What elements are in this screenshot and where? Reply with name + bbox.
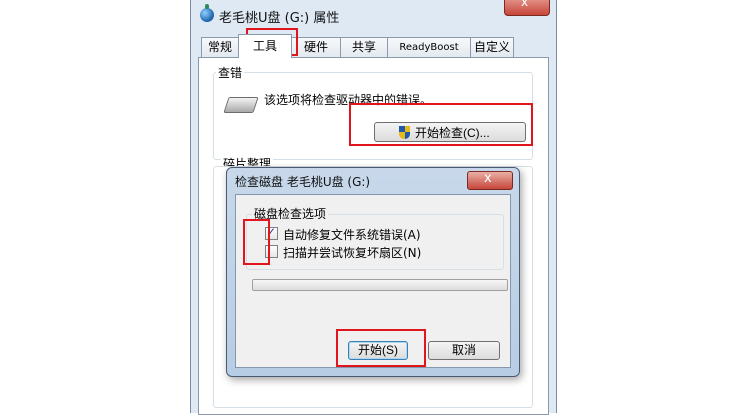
check-progress-bar <box>252 279 508 291</box>
error-check-title: 查错 <box>216 64 245 81</box>
error-check-group: 该选项将检查驱动器中的错误。 开始检查(C)... <box>213 72 533 160</box>
scan-recover-label: 扫描并尝试恢复坏扇区(N) <box>283 246 422 260</box>
tab-general[interactable]: 常规 <box>201 37 239 57</box>
close-icon: x <box>484 171 492 186</box>
defrag-title: 碎片整理 <box>221 156 274 166</box>
auto-fix-label: 自动修复文件系统错误(A) <box>283 228 421 242</box>
start-button[interactable]: 开始(S) <box>348 341 408 360</box>
window-title: 老毛桃U盘 (G:) 属性 <box>219 11 340 26</box>
scan-recover-checkbox[interactable] <box>265 245 278 258</box>
start-check-button[interactable]: 开始检查(C)... <box>374 122 526 142</box>
drive-icon <box>223 97 259 113</box>
check-disk-dialog: 检查磁盘 老毛桃U盘 (G:) x 自动修复文件系统错误(A) 扫描并尝试恢复坏… <box>226 167 520 377</box>
title-bar[interactable]: 老毛桃U盘 (G:) 属性 x <box>191 0 556 32</box>
window-close-button[interactable]: x <box>504 0 550 16</box>
start-check-label: 开始检查(C)... <box>415 126 490 140</box>
close-icon: x <box>521 0 529 9</box>
dialog-close-button[interactable]: x <box>467 171 513 190</box>
disk-check-options-group: 自动修复文件系统错误(A) 扫描并尝试恢复坏扇区(N) <box>246 214 504 270</box>
dialog-title: 检查磁盘 老毛桃U盘 (G:) <box>235 175 371 189</box>
uac-shield-icon <box>399 126 410 139</box>
drive-app-icon <box>200 4 214 22</box>
tab-tools[interactable]: 工具 <box>238 34 292 58</box>
error-check-description: 该选项将检查驱动器中的错误。 <box>264 93 433 107</box>
disk-check-options-title: 磁盘检查选项 <box>252 205 329 222</box>
tab-sharing[interactable]: 共享 <box>340 37 388 57</box>
dialog-body: 自动修复文件系统错误(A) 扫描并尝试恢复坏扇区(N) 磁盘检查选项 开始(S)… <box>235 194 511 368</box>
auto-fix-checkbox[interactable] <box>265 225 278 240</box>
tab-hardware[interactable]: 硬件 <box>291 37 341 57</box>
cancel-button[interactable]: 取消 <box>428 341 500 360</box>
tab-customize[interactable]: 自定义 <box>470 37 514 57</box>
tab-readyboost[interactable]: ReadyBoost <box>387 37 471 57</box>
